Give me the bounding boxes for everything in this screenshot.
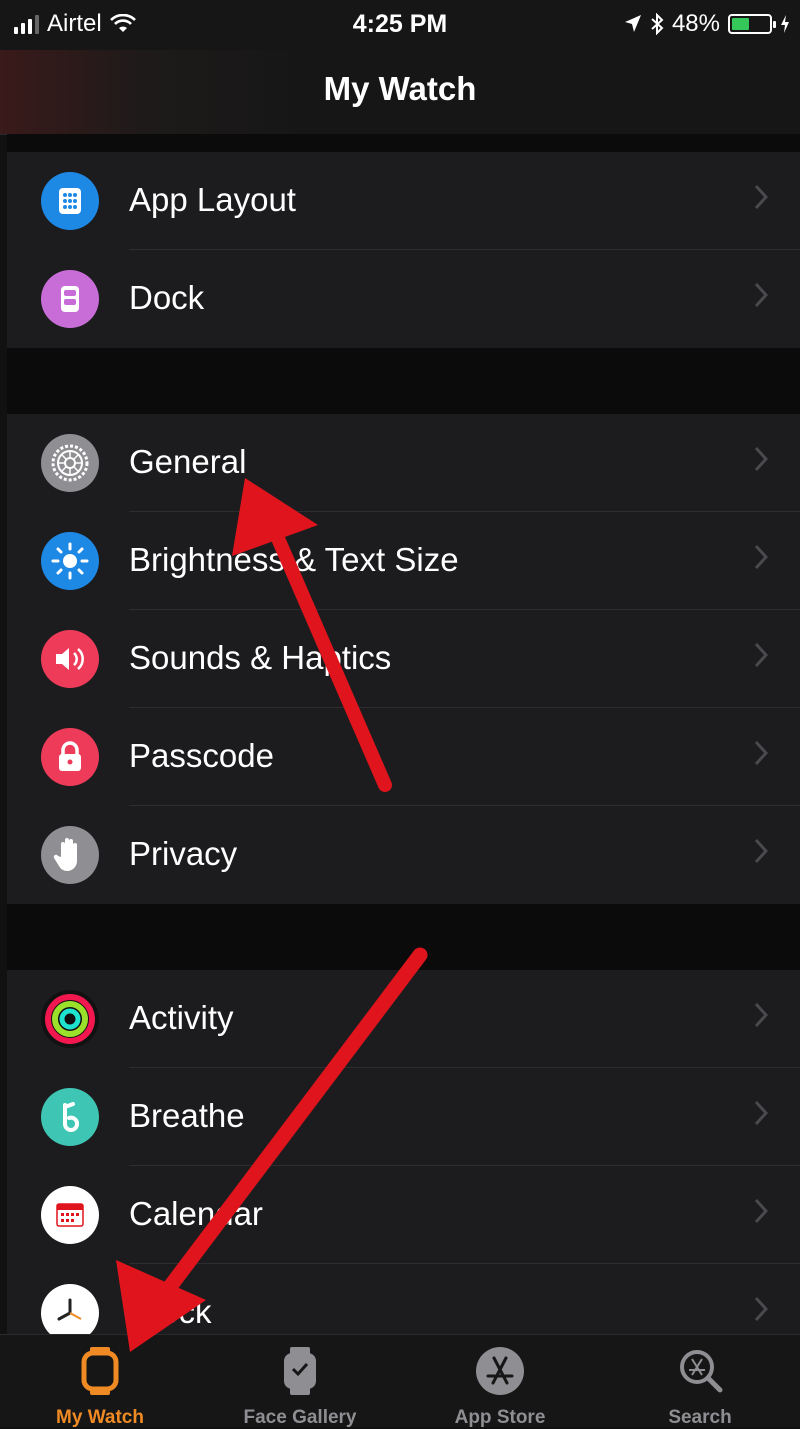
face-gallery-icon — [284, 1347, 316, 1395]
gear-icon — [41, 434, 99, 492]
chevron-right-icon — [754, 184, 768, 210]
chevron-right-icon — [754, 1002, 768, 1028]
search-icon — [680, 1350, 723, 1393]
list-item-label: General — [129, 443, 247, 480]
list-item-general[interactable]: General — [7, 414, 800, 512]
chevron-right-icon — [754, 446, 768, 472]
list-item-brightness[interactable]: Brightness & Text Size — [7, 512, 800, 610]
location-arrow-icon — [624, 15, 641, 32]
list-item-label: Passcode — [129, 737, 274, 774]
battery-fill — [732, 18, 749, 30]
battery-percent: 48% — [671, 10, 720, 37]
settings-list[interactable]: App Layout Dock General Brightness & Tex… — [7, 134, 800, 1362]
tab-face-gallery[interactable]: Face Gallery — [200, 1335, 400, 1428]
status-bar: Airtel 4:25 PM 48% — [0, 0, 800, 50]
list-item-dock[interactable]: Dock — [7, 250, 800, 348]
list-item-passcode[interactable]: Passcode — [7, 708, 800, 806]
tab-bar: My Watch Face Gallery App Store Search — [0, 1334, 800, 1428]
chevron-right-icon — [754, 642, 768, 668]
section-gap — [7, 904, 800, 970]
section-gap — [7, 348, 800, 414]
charging-bolt-icon — [781, 15, 789, 33]
chevron-right-icon — [754, 1296, 768, 1322]
activity-rings-icon — [41, 990, 99, 1048]
navigation-bar: My Watch — [0, 50, 800, 135]
sun-icon — [41, 532, 99, 590]
speaker-icon — [41, 630, 99, 688]
watch-icon — [81, 1347, 119, 1395]
list-item-label: Activity — [129, 999, 234, 1036]
hand-icon — [41, 826, 99, 884]
chevron-right-icon — [754, 544, 768, 570]
tab-my-watch[interactable]: My Watch — [0, 1335, 200, 1428]
lock-icon — [41, 728, 99, 786]
chevron-right-icon — [754, 282, 768, 308]
list-item-breathe[interactable]: Breathe — [7, 1068, 800, 1166]
tab-search[interactable]: Search — [600, 1335, 800, 1428]
list-item-label: App Layout — [129, 181, 296, 218]
bluetooth-icon — [651, 13, 664, 35]
section-gap — [7, 134, 800, 152]
calendar-icon — [41, 1186, 99, 1244]
chevron-right-icon — [754, 1100, 768, 1126]
list-item-label: Calendar — [129, 1195, 263, 1232]
status-right: 48% — [624, 10, 790, 38]
list-item-label: Clock — [129, 1293, 212, 1330]
tab-app-store[interactable]: App Store — [400, 1335, 600, 1428]
list-item-label: Brightness & Text Size — [129, 541, 459, 578]
list-item-label: Sounds & Haptics — [129, 639, 392, 676]
dock-icon — [41, 270, 99, 328]
app-store-icon — [476, 1347, 524, 1395]
app-layout-icon — [41, 172, 99, 230]
chevron-right-icon — [754, 740, 768, 766]
list-item-privacy[interactable]: Privacy — [7, 806, 800, 904]
chevron-right-icon — [754, 838, 768, 864]
list-item-label: Privacy — [129, 835, 238, 872]
list-item-activity[interactable]: Activity — [7, 970, 800, 1068]
list-item-sounds[interactable]: Sounds & Haptics — [7, 610, 800, 708]
list-item-label: Dock — [129, 279, 205, 316]
battery-icon — [728, 14, 776, 34]
page-title: My Watch — [323, 70, 477, 107]
list-item-label: Breathe — [129, 1097, 245, 1134]
breathe-icon — [41, 1088, 99, 1146]
list-item-calendar[interactable]: Calendar — [7, 1166, 800, 1264]
list-item-app-layout[interactable]: App Layout — [7, 152, 800, 250]
chevron-right-icon — [754, 1198, 768, 1224]
